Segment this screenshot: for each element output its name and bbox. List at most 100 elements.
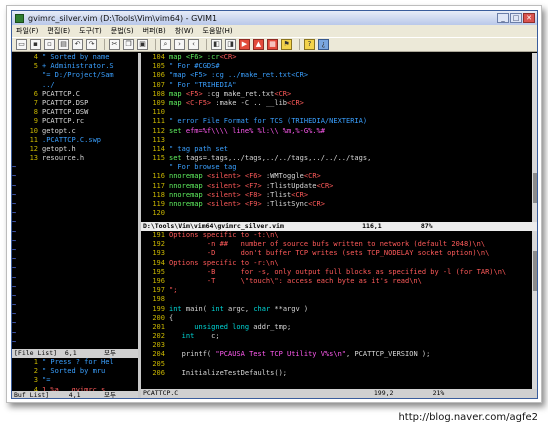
code-token: <CR> xyxy=(303,172,321,181)
vertical-scrollbar[interactable] xyxy=(532,53,537,222)
line-number: 201 xyxy=(152,322,165,331)
code-token: main( xyxy=(185,304,212,313)
line-number: 4 xyxy=(33,53,38,61)
redo-icon[interactable]: ↷ xyxy=(86,39,97,50)
code-token: -n ## number of source bufs written to n… xyxy=(169,240,486,249)
code-token: PCATTCP.rc xyxy=(42,117,85,126)
paste-icon[interactable]: ▣ xyxy=(137,39,148,50)
empty-line-tilde: ~ xyxy=(12,255,17,264)
code-line: 204 printf( "PCAUSA Test TCP Utility V%s… xyxy=(141,350,537,359)
shell-icon[interactable]: ▦ xyxy=(267,39,278,50)
code-token: "= xyxy=(42,376,51,385)
gvimrc-status-line: D:\Tools\Vim\vim64\gvimrc_silver.vim 116… xyxy=(141,222,537,231)
code-line: 114 " tag path set xyxy=(141,144,537,154)
close-button[interactable]: ✕ xyxy=(523,13,535,23)
menu-item[interactable]: 도움말(H) xyxy=(203,26,233,36)
code-token: map <F6> :cr xyxy=(169,53,220,61)
menu-item[interactable]: 버퍼(B) xyxy=(143,26,166,36)
line-number: 9 xyxy=(33,117,38,126)
code-token: -D don't buffer TCP writes (sets TCP_NOD… xyxy=(169,249,490,258)
toolbar-separator xyxy=(104,39,105,50)
code-token: <CR> xyxy=(287,98,304,107)
line-number: 193 xyxy=(152,249,165,258)
find-prev-icon[interactable]: ‹ xyxy=(188,39,199,50)
code-token: "= D:/Project/Sam xyxy=(42,71,114,80)
code-token: " Press ? for Hel xyxy=(42,358,114,366)
code-line: 112 set efm=%f\\\\ line% %l:\\ %m,%-G%.%# xyxy=(141,126,537,136)
code-token: <F9> xyxy=(244,200,262,208)
line-number: 194 xyxy=(152,258,165,267)
code-token: ../ xyxy=(42,80,55,89)
undo-icon[interactable]: ↶ xyxy=(72,39,83,50)
line-number: 112 xyxy=(152,126,165,135)
load-session-icon[interactable]: ◧ xyxy=(211,39,222,50)
line-number: 108 xyxy=(152,89,165,98)
empty-line-tilde: ~ xyxy=(12,190,17,199)
help-icon[interactable]: ? xyxy=(304,39,315,50)
line-number: 206 xyxy=(152,368,165,377)
code-token: " Sorted by name xyxy=(42,53,110,61)
minimize-button[interactable]: _ xyxy=(497,13,509,23)
code-line: 7 PCATTCP.DSP xyxy=(12,99,138,108)
empty-line-tilde: ~ xyxy=(12,310,17,319)
scrollbar-thumb[interactable] xyxy=(533,251,537,291)
code-token: -T \"touch\": access each byte as it's r… xyxy=(169,276,422,285)
code-token: char xyxy=(253,304,275,313)
buffer-list-pane[interactable]: 1 " Press ? for Hel 2 " Sorted by mru 3 "= 4 1 … xyxy=(12,358,138,391)
code-token: getopt.c xyxy=(42,126,76,135)
code-line: 9 PCATTCP.rc xyxy=(12,117,138,126)
line-number: 205 xyxy=(152,359,165,368)
find-help-icon[interactable]: ¿ xyxy=(318,39,329,50)
code-token: + Administrator.S xyxy=(42,62,114,71)
find-next-icon[interactable]: › xyxy=(174,39,185,50)
save-session-icon[interactable]: ◨ xyxy=(225,39,236,50)
code-token: " tag path set xyxy=(169,144,229,153)
copy-icon[interactable]: ❐ xyxy=(123,39,134,50)
title-bar[interactable]: gvimrc_silver.vim (D:\Tools\Vim\vim64) -… xyxy=(12,11,537,25)
gvimrc-buffer[interactable]: 104 map <F6> :cr<CR> 105 " For #CGDS# 106 "ma… xyxy=(141,53,537,222)
code-token: { xyxy=(169,313,174,322)
menu-item[interactable]: 창(W) xyxy=(175,26,194,36)
code-token: unsigned long xyxy=(169,322,254,331)
window-title: gvimrc_silver.vim (D:\Tools\Vim\vim64) -… xyxy=(28,13,218,23)
line-number: 10 xyxy=(29,126,38,135)
line-number: 111 xyxy=(152,117,165,126)
file-explorer-pane[interactable]: 4 " Sorted by name 5 + Administrator.S "= D:… xyxy=(12,53,138,349)
save-all-icon[interactable]: ▫ xyxy=(44,39,55,50)
code-line: 6 PCATTCP.C xyxy=(12,90,138,99)
empty-line-tilde: ~ xyxy=(12,181,17,190)
line-number: 110 xyxy=(152,108,165,117)
make-icon[interactable]: ▲ xyxy=(253,39,264,50)
print-icon[interactable]: ▤ xyxy=(58,39,69,50)
pcattcp-buffer[interactable]: 191 Options specific to -t:\n\ 192 -n ## n… xyxy=(141,231,537,389)
line-number: 191 xyxy=(152,231,165,239)
find-icon[interactable]: ⌕ xyxy=(160,39,171,50)
menu-item[interactable]: 도구(T) xyxy=(79,26,102,36)
tags-icon[interactable]: ⚑ xyxy=(281,39,292,50)
maximize-button[interactable]: □ xyxy=(510,13,522,23)
menu-item[interactable]: 편집(E) xyxy=(47,26,70,36)
code-line: 3 "= xyxy=(12,376,138,385)
empty-line-tilde: ~ xyxy=(12,236,17,245)
run-script-icon[interactable]: ▶ xyxy=(239,39,250,50)
code-line: 191 Options specific to -t:\n\ xyxy=(141,231,537,240)
code-token: " Sorted by mru xyxy=(42,367,106,376)
code-line: 205 xyxy=(141,359,537,369)
vertical-scrollbar[interactable] xyxy=(532,231,537,389)
line-number: 13 xyxy=(29,154,38,163)
code-token: <F7> xyxy=(244,181,262,190)
menu-item[interactable]: 파일(F) xyxy=(16,26,38,36)
code-line: 1 " Press ? for Hel xyxy=(12,358,138,367)
code-token: map xyxy=(169,98,186,107)
code-token: int xyxy=(211,304,229,313)
scrollbar-thumb[interactable] xyxy=(533,173,537,203)
line-number: 8 xyxy=(33,108,38,117)
save-icon[interactable]: ▪ xyxy=(30,39,41,50)
code-token: addr_tmp; xyxy=(253,322,292,331)
cut-icon[interactable]: ✂ xyxy=(109,39,120,50)
menu-item[interactable]: 문법(S) xyxy=(111,26,134,36)
pcattcp-status-line: PCATTCP.C 199,2 21% xyxy=(141,389,537,398)
open-icon[interactable]: ▭ xyxy=(16,39,27,50)
code-line: 119 nnoremap <silent> <F9> :TlistSync<CR> xyxy=(141,200,537,209)
code-line: 115 set tags=.tags,../tags,../../tags,../… xyxy=(141,154,537,163)
